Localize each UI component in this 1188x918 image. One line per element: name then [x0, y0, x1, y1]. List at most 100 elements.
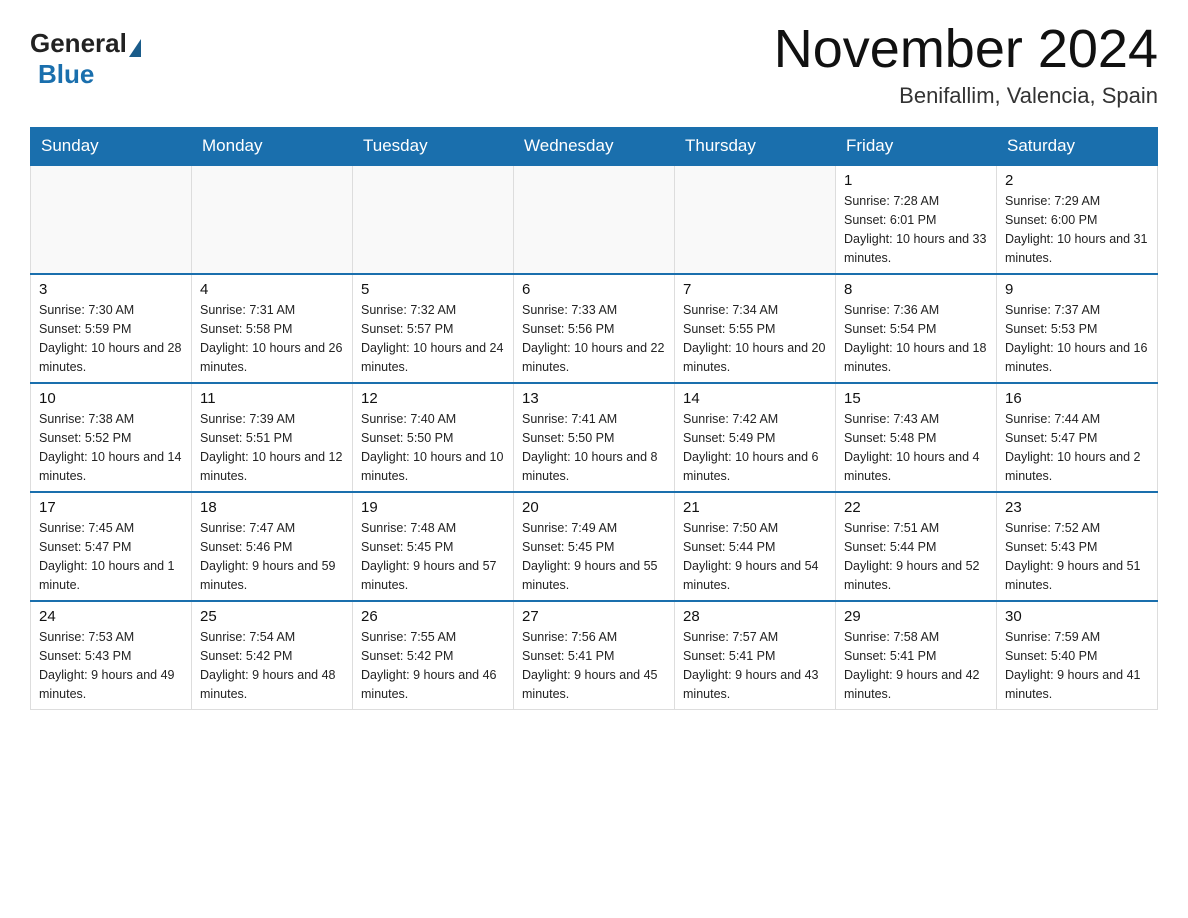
weekday-header-wednesday: Wednesday	[514, 128, 675, 166]
day-number: 2	[1005, 172, 1149, 189]
calendar-cell: 14 Sunrise: 7:42 AMSunset: 5:49 PMDayligh…	[675, 383, 836, 492]
calendar-cell: 30 Sunrise: 7:59 AMSunset: 5:40 PMDayligh…	[997, 601, 1158, 710]
day-number: 10	[39, 390, 183, 407]
day-number: 9	[1005, 281, 1149, 298]
day-number: 22	[844, 499, 988, 516]
day-info: Sunrise: 7:36 AMSunset: 5:54 PMDaylight:…	[844, 301, 988, 376]
day-info: Sunrise: 7:34 AMSunset: 5:55 PMDaylight:…	[683, 301, 827, 376]
day-info: Sunrise: 7:59 AMSunset: 5:40 PMDaylight:…	[1005, 628, 1149, 703]
calendar-cell: 8 Sunrise: 7:36 AMSunset: 5:54 PMDaylight…	[836, 274, 997, 383]
calendar-cell	[31, 165, 192, 274]
page-header: General Blue November 2024 Benifallim, V…	[30, 20, 1158, 109]
day-info: Sunrise: 7:58 AMSunset: 5:41 PMDaylight:…	[844, 628, 988, 703]
logo-triangle-icon	[129, 39, 141, 57]
day-info: Sunrise: 7:55 AMSunset: 5:42 PMDaylight:…	[361, 628, 505, 703]
calendar-cell: 15 Sunrise: 7:43 AMSunset: 5:48 PMDayligh…	[836, 383, 997, 492]
calendar-cell: 29 Sunrise: 7:58 AMSunset: 5:41 PMDayligh…	[836, 601, 997, 710]
title-block: November 2024 Benifallim, Valencia, Spai…	[774, 20, 1158, 109]
day-number: 8	[844, 281, 988, 298]
day-number: 17	[39, 499, 183, 516]
logo-general-text: General	[30, 28, 127, 59]
day-info: Sunrise: 7:51 AMSunset: 5:44 PMDaylight:…	[844, 519, 988, 594]
calendar-cell: 2 Sunrise: 7:29 AMSunset: 6:00 PMDaylight…	[997, 165, 1158, 274]
day-number: 21	[683, 499, 827, 516]
day-number: 6	[522, 281, 666, 298]
day-info: Sunrise: 7:52 AMSunset: 5:43 PMDaylight:…	[1005, 519, 1149, 594]
day-number: 29	[844, 608, 988, 625]
day-info: Sunrise: 7:38 AMSunset: 5:52 PMDaylight:…	[39, 410, 183, 485]
calendar-cell: 12 Sunrise: 7:40 AMSunset: 5:50 PMDayligh…	[353, 383, 514, 492]
calendar-cell: 9 Sunrise: 7:37 AMSunset: 5:53 PMDaylight…	[997, 274, 1158, 383]
weekday-header-row: SundayMondayTuesdayWednesdayThursdayFrid…	[31, 128, 1158, 166]
weekday-header-sunday: Sunday	[31, 128, 192, 166]
day-info: Sunrise: 7:53 AMSunset: 5:43 PMDaylight:…	[39, 628, 183, 703]
day-info: Sunrise: 7:45 AMSunset: 5:47 PMDaylight:…	[39, 519, 183, 594]
day-info: Sunrise: 7:31 AMSunset: 5:58 PMDaylight:…	[200, 301, 344, 376]
day-number: 30	[1005, 608, 1149, 625]
day-info: Sunrise: 7:37 AMSunset: 5:53 PMDaylight:…	[1005, 301, 1149, 376]
day-number: 12	[361, 390, 505, 407]
calendar-cell	[514, 165, 675, 274]
calendar-cell: 6 Sunrise: 7:33 AMSunset: 5:56 PMDaylight…	[514, 274, 675, 383]
calendar-cell: 10 Sunrise: 7:38 AMSunset: 5:52 PMDayligh…	[31, 383, 192, 492]
day-number: 26	[361, 608, 505, 625]
day-number: 14	[683, 390, 827, 407]
calendar-week-row: 3Sunrise: 7:30 AMSunset: 5:59 PMDaylight…	[31, 274, 1158, 383]
day-info: Sunrise: 7:44 AMSunset: 5:47 PMDaylight:…	[1005, 410, 1149, 485]
location-title: Benifallim, Valencia, Spain	[774, 83, 1158, 109]
calendar-cell: 7 Sunrise: 7:34 AMSunset: 5:55 PMDaylight…	[675, 274, 836, 383]
calendar-cell: 26 Sunrise: 7:55 AMSunset: 5:42 PMDayligh…	[353, 601, 514, 710]
day-info: Sunrise: 7:50 AMSunset: 5:44 PMDaylight:…	[683, 519, 827, 594]
day-info: Sunrise: 7:32 AMSunset: 5:57 PMDaylight:…	[361, 301, 505, 376]
calendar-cell: 3Sunrise: 7:30 AMSunset: 5:59 PMDaylight…	[31, 274, 192, 383]
calendar-cell: 24 Sunrise: 7:53 AMSunset: 5:43 PMDayligh…	[31, 601, 192, 710]
calendar-week-row: 17 Sunrise: 7:45 AMSunset: 5:47 PMDayligh…	[31, 492, 1158, 601]
weekday-header-thursday: Thursday	[675, 128, 836, 166]
day-number: 5	[361, 281, 505, 298]
day-number: 13	[522, 390, 666, 407]
day-number: 1	[844, 172, 988, 189]
day-number: 19	[361, 499, 505, 516]
day-number: 27	[522, 608, 666, 625]
calendar-cell: 22 Sunrise: 7:51 AMSunset: 5:44 PMDayligh…	[836, 492, 997, 601]
calendar-cell: 11Sunrise: 7:39 AMSunset: 5:51 PMDayligh…	[192, 383, 353, 492]
month-title: November 2024	[774, 20, 1158, 79]
day-number: 3	[39, 281, 183, 298]
day-number: 25	[200, 608, 344, 625]
day-number: 23	[1005, 499, 1149, 516]
day-number: 24	[39, 608, 183, 625]
calendar-week-row: 24 Sunrise: 7:53 AMSunset: 5:43 PMDayligh…	[31, 601, 1158, 710]
day-info: Sunrise: 7:43 AMSunset: 5:48 PMDaylight:…	[844, 410, 988, 485]
calendar-cell: 16 Sunrise: 7:44 AMSunset: 5:47 PMDayligh…	[997, 383, 1158, 492]
calendar-cell: 4 Sunrise: 7:31 AMSunset: 5:58 PMDaylight…	[192, 274, 353, 383]
calendar-cell	[353, 165, 514, 274]
day-info: Sunrise: 7:42 AMSunset: 5:49 PMDaylight:…	[683, 410, 827, 485]
calendar-cell: 23 Sunrise: 7:52 AMSunset: 5:43 PMDayligh…	[997, 492, 1158, 601]
day-info: Sunrise: 7:41 AMSunset: 5:50 PMDaylight:…	[522, 410, 666, 485]
day-number: 7	[683, 281, 827, 298]
weekday-header-friday: Friday	[836, 128, 997, 166]
day-info: Sunrise: 7:28 AMSunset: 6:01 PMDaylight:…	[844, 192, 988, 267]
day-info: Sunrise: 7:56 AMSunset: 5:41 PMDaylight:…	[522, 628, 666, 703]
day-number: 4	[200, 281, 344, 298]
calendar-cell: 25Sunrise: 7:54 AMSunset: 5:42 PMDayligh…	[192, 601, 353, 710]
day-info: Sunrise: 7:47 AMSunset: 5:46 PMDaylight:…	[200, 519, 344, 594]
calendar-cell: 19 Sunrise: 7:48 AMSunset: 5:45 PMDayligh…	[353, 492, 514, 601]
logo: General Blue	[30, 28, 143, 90]
day-info: Sunrise: 7:49 AMSunset: 5:45 PMDaylight:…	[522, 519, 666, 594]
day-number: 16	[1005, 390, 1149, 407]
day-number: 28	[683, 608, 827, 625]
calendar-cell: 20 Sunrise: 7:49 AMSunset: 5:45 PMDayligh…	[514, 492, 675, 601]
calendar-cell: 28Sunrise: 7:57 AMSunset: 5:41 PMDayligh…	[675, 601, 836, 710]
day-info: Sunrise: 7:48 AMSunset: 5:45 PMDaylight:…	[361, 519, 505, 594]
day-info: Sunrise: 7:33 AMSunset: 5:56 PMDaylight:…	[522, 301, 666, 376]
calendar-table: SundayMondayTuesdayWednesdayThursdayFrid…	[30, 127, 1158, 710]
calendar-cell: 1 Sunrise: 7:28 AMSunset: 6:01 PMDaylight…	[836, 165, 997, 274]
calendar-cell	[192, 165, 353, 274]
calendar-week-row: 1 Sunrise: 7:28 AMSunset: 6:01 PMDaylight…	[31, 165, 1158, 274]
day-number: 15	[844, 390, 988, 407]
calendar-cell: 13 Sunrise: 7:41 AMSunset: 5:50 PMDayligh…	[514, 383, 675, 492]
day-info: Sunrise: 7:29 AMSunset: 6:00 PMDaylight:…	[1005, 192, 1149, 267]
day-info: Sunrise: 7:40 AMSunset: 5:50 PMDaylight:…	[361, 410, 505, 485]
day-number: 20	[522, 499, 666, 516]
